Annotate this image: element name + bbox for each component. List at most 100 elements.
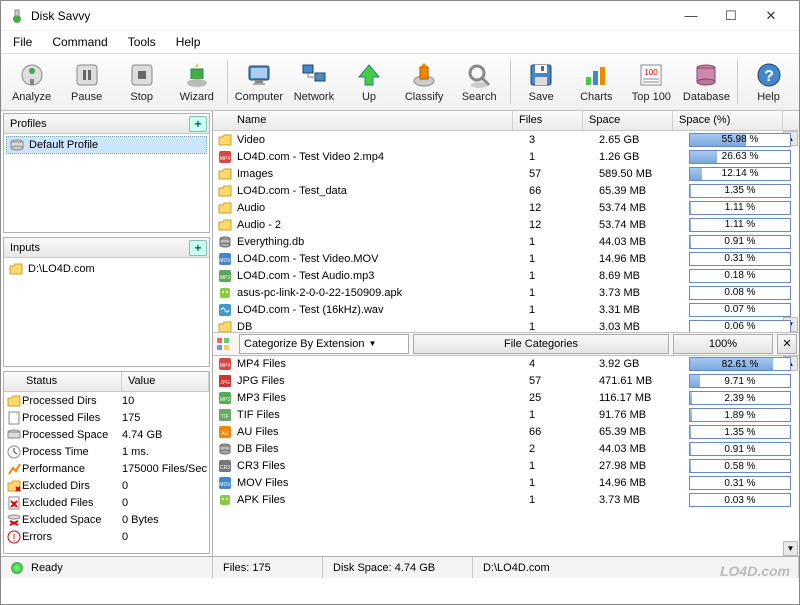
col-files[interactable]: Files [513,111,583,130]
table-row[interactable]: MP3LO4D.com - Test Audio.mp318.69 MB0.18… [213,267,799,284]
menu-command[interactable]: Command [44,33,115,51]
minimize-button[interactable]: — [671,2,711,30]
table-row[interactable]: MP4MP4 Files43.92 GB82.61 % [213,356,799,373]
svg-text:AU: AU [222,431,229,437]
chevron-down-icon: ▼ [368,339,376,348]
menu-help[interactable]: Help [168,33,209,51]
au-icon: AU [217,425,233,439]
clock-icon [4,445,22,459]
close-categories-button[interactable]: ✕ [777,334,797,354]
help-button[interactable]: ?Help [742,55,795,109]
top-100-button[interactable]: 100Top 100 [625,55,678,109]
table-row[interactable]: Audio - 21253.74 MB1.11 % [213,216,799,233]
folder-icon [8,261,24,277]
menu-tools[interactable]: Tools [120,33,164,51]
table-row[interactable]: MOVMOV Files114.96 MB0.31 % [213,475,799,492]
help-icon: ? [755,61,783,89]
categorize-dropdown[interactable]: Categorize By Extension ▼ [239,334,409,354]
error-icon: ! [4,530,22,544]
add-input-button[interactable]: + [189,240,207,256]
file-categories-button[interactable]: File Categories [413,334,669,354]
table-row[interactable]: JPGJPG Files57471.61 MB9.71 % [213,373,799,390]
analyze-button[interactable]: Analyze [5,55,58,109]
category-bar: Categorize By Extension ▼ File Categorie… [213,332,799,356]
table-row[interactable]: TIFTIF Files191.76 MB1.89 % [213,407,799,424]
network-button[interactable]: Network [287,55,340,109]
save-button[interactable]: Save [515,55,568,109]
svg-text:?: ? [764,68,774,85]
folder-icon [217,201,233,215]
charts-button[interactable]: Charts [570,55,623,109]
folder-icon [217,218,233,232]
main-grid-body[interactable]: ▲ ▼ Video32.65 GB55.98 %MP4LO4D.com - Te… [213,131,799,332]
up-button[interactable]: Up [342,55,395,109]
file-icon [4,411,22,425]
pause-button[interactable]: Pause [60,55,113,109]
maximize-button[interactable]: ☐ [711,2,751,30]
table-row[interactable]: MP3MP3 Files25116.17 MB2.39 % [213,390,799,407]
database-icon [692,61,720,89]
database-button[interactable]: Database [680,55,733,109]
input-item[interactable]: D:\LO4D.com [6,260,207,278]
profile-item[interactable]: Default Profile [6,136,207,154]
col-space[interactable]: Space [583,111,673,130]
computer-icon [245,61,273,89]
xfile-icon [4,496,22,510]
app-icon [9,8,25,24]
status-header-value[interactable]: Value [122,372,209,391]
status-row: Processed Files175 [4,409,209,426]
mov-icon: MOV [217,476,233,490]
wizard-button[interactable]: Wizard [170,55,223,109]
menu-file[interactable]: File [5,33,40,51]
network-icon [300,61,328,89]
profiles-panel: Profiles + Default Profile [3,113,210,233]
pct-button[interactable]: 100% [673,334,773,354]
apk-icon [217,286,233,300]
status-row: Excluded Dirs0 [4,477,209,494]
table-row[interactable]: asus-pc-link-2-0-0-22-150909.apk13.73 MB… [213,284,799,301]
svg-text:100: 100 [645,68,659,77]
table-row[interactable]: Audio1253.74 MB1.11 % [213,199,799,216]
wizard-icon [183,61,211,89]
top100-icon: 100 [637,61,665,89]
table-row[interactable]: Everything.db144.03 MB0.91 % [213,233,799,250]
svg-text:!: ! [13,533,16,544]
col-space-pct[interactable]: Space (%) [673,111,783,130]
mp4-icon: MP4 [217,357,233,371]
add-profile-button[interactable]: + [189,116,207,132]
table-row[interactable]: LO4D.com - Test (16kHz).wav13.31 MB0.07 … [213,301,799,318]
charts-icon [582,61,610,89]
svg-text:TIF: TIF [221,414,229,420]
status-files: Files: 175 [213,557,323,578]
table-row[interactable]: APK Files13.73 MB0.03 % [213,492,799,509]
svg-text:MOV: MOV [219,258,231,264]
col-name[interactable]: Name [213,111,513,130]
search-button[interactable]: Search [453,55,506,109]
computer-button[interactable]: Computer [232,55,285,109]
stop-button[interactable]: Stop [115,55,168,109]
pause-icon [73,61,101,89]
disk-icon [9,137,25,153]
table-row[interactable]: CR3CR3 Files127.98 MB0.58 % [213,458,799,475]
table-row[interactable]: DB13.03 MB0.06 % [213,318,799,332]
classify-button[interactable]: Classify [398,55,451,109]
status-header-status[interactable]: Status [4,372,122,391]
save-icon [527,61,555,89]
table-row[interactable]: MOVLO4D.com - Test Video.MOV114.96 MB0.3… [213,250,799,267]
close-button[interactable]: ✕ [751,2,791,30]
category-grid-body[interactable]: ▲ ▼ MP4MP4 Files43.92 GB82.61 %JPGJPG Fi… [213,356,799,557]
window-title: Disk Savvy [31,9,671,23]
profiles-title: Profiles [10,118,189,130]
table-row[interactable]: AUAU Files6665.39 MB1.35 % [213,424,799,441]
svg-text:MP4: MP4 [220,363,231,369]
status-diskspace: Disk Space: 4.74 GB [323,557,473,578]
table-row[interactable]: LO4D.com - Test_data6665.39 MB1.35 % [213,182,799,199]
table-row[interactable]: Images57589.50 MB12.14 % [213,165,799,182]
scroll-down[interactable]: ▼ [783,541,798,556]
table-row[interactable]: DB Files244.03 MB0.91 % [213,441,799,458]
status-row: Processed Dirs10 [4,392,209,409]
status-row: !Errors0 [4,528,209,545]
table-row[interactable]: MP4LO4D.com - Test Video 2.mp411.26 GB26… [213,148,799,165]
toolbar: AnalyzePauseStopWizardComputerNetworkUpC… [1,53,799,111]
table-row[interactable]: Video32.65 GB55.98 % [213,131,799,148]
